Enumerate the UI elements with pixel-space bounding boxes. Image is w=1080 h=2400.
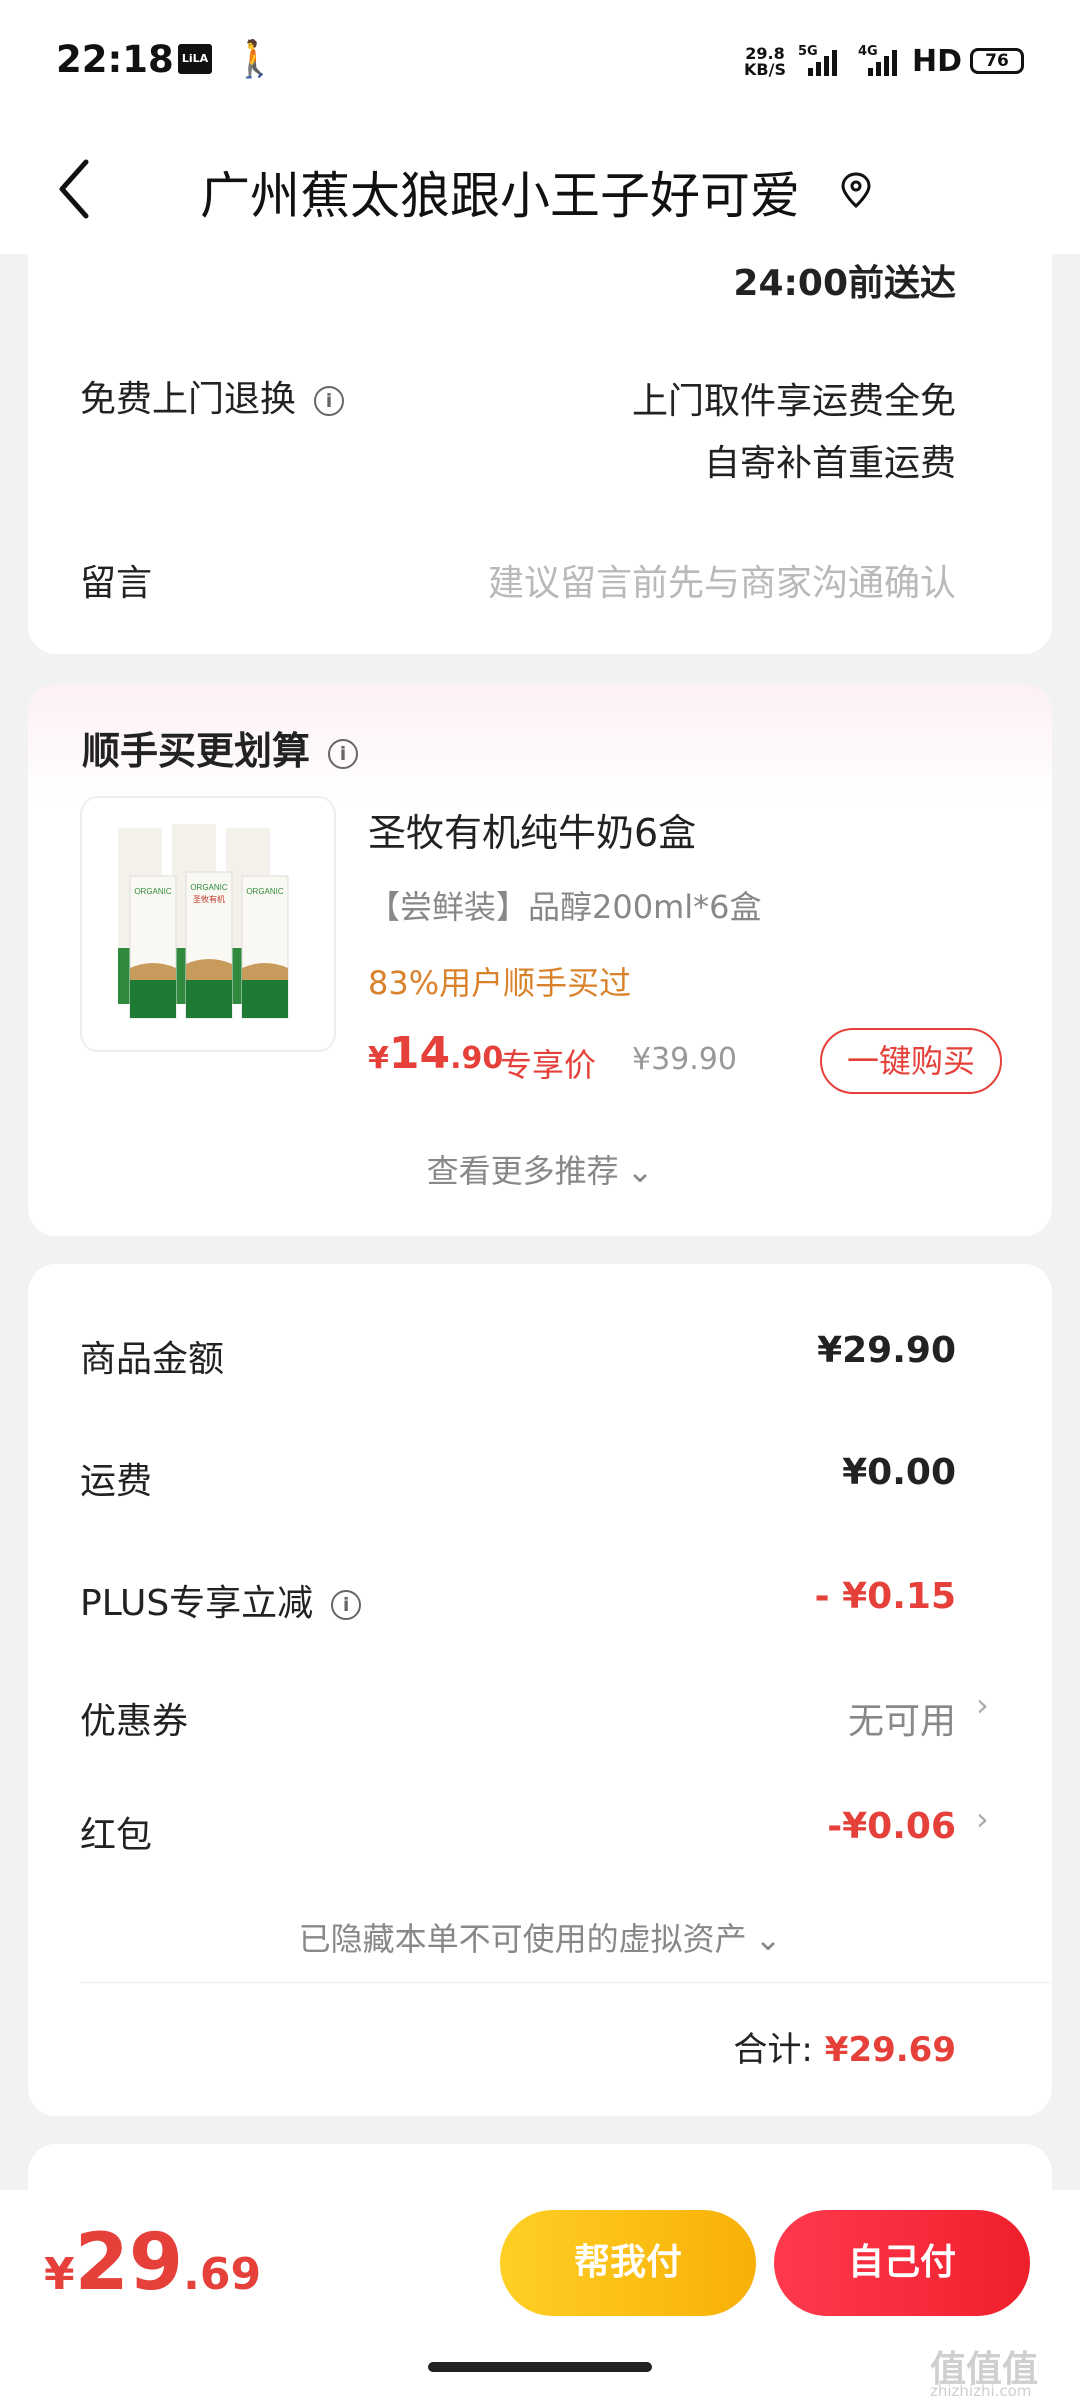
info-icon[interactable]: i xyxy=(328,738,359,769)
status-time: 22:18 xyxy=(56,38,174,81)
network-speed: 29.8 KB/S xyxy=(744,44,786,79)
price-summary-card: 商品金额 ¥29.90 运费 ¥0.00 PLUS专享立减 i - ¥0.15 优… xyxy=(28,1264,1052,2116)
svg-text:圣牧有机: 圣牧有机 xyxy=(193,894,225,904)
coupon-value[interactable]: 无可用 xyxy=(848,1692,956,1744)
hd-voice-icon: HD xyxy=(912,44,963,79)
info-icon[interactable]: i xyxy=(314,386,345,416)
help-me-pay-button[interactable]: 帮我付 xyxy=(500,2210,756,2316)
chevron-down-icon: ⌄ xyxy=(754,1920,782,1958)
nav-bar: 广州蕉太狼跟小王子好可爱 xyxy=(0,126,1080,254)
delivery-deadline: 24:00前送达 xyxy=(733,263,956,304)
recommend-card: 顺手买更划算 i ORGANIC ORGANIC ORGANIC 圣牧有机 圣牧有… xyxy=(28,684,1052,1236)
one-click-buy-button[interactable]: 一键购买 xyxy=(820,1028,1002,1094)
signal-icon-2 xyxy=(868,50,898,76)
plus-discount-value: - ¥0.15 xyxy=(814,1576,956,1617)
hidden-assets-toggle[interactable]: 已隐藏本单不可使用的虚拟资产 ⌄ xyxy=(28,1914,1052,1960)
message-label: 留言 xyxy=(80,563,153,604)
app-notification-icon: LiLA xyxy=(178,44,212,74)
status-bar: 22:18 LiLA 🚶 29.8 KB/S 5G 4G HD 76 xyxy=(0,0,1080,126)
watermark-url: zhizhizhi.com xyxy=(930,2382,1032,2400)
divider xyxy=(80,1982,1052,1983)
svg-text:ORGANIC: ORGANIC xyxy=(246,887,284,896)
walking-icon: 🚶 xyxy=(232,39,277,80)
plus-discount-label: PLUS专享立减 i xyxy=(80,1574,362,1626)
product-image[interactable]: ORGANIC ORGANIC ORGANIC 圣牧有机 xyxy=(80,796,336,1052)
coupon-label: 优惠券 xyxy=(80,1701,189,1742)
social-proof: 83%用户顺手买过 xyxy=(368,964,632,1002)
info-icon[interactable]: i xyxy=(331,1590,362,1620)
svg-text:ORGANIC: ORGANIC xyxy=(134,887,172,896)
message-input[interactable]: 建议留言前先与商家沟通确认 xyxy=(488,554,956,606)
goods-amount-value: ¥29.90 xyxy=(817,1330,956,1371)
back-arrow-icon[interactable] xyxy=(56,156,96,222)
total-value: ¥29.69 xyxy=(824,2030,956,2070)
svg-text:ORGANIC: ORGANIC xyxy=(190,883,228,892)
total-row: 合计: ¥29.69 xyxy=(733,2022,956,2071)
product-name[interactable]: 圣牧有机纯牛奶6盒 xyxy=(368,802,696,857)
more-recommend-link[interactable]: 查看更多推荐 ⌄ xyxy=(28,1146,1052,1192)
total-label: 合计: xyxy=(733,2030,813,2070)
signal-icon-1 xyxy=(808,50,838,76)
chevron-right-icon[interactable]: › xyxy=(976,1800,989,1838)
battery-icon: 76 xyxy=(970,48,1024,74)
chevron-right-icon[interactable]: › xyxy=(976,1686,989,1724)
free-return-line1: 上门取件享运费全免 xyxy=(631,381,956,422)
free-return-line2: 自寄补首重运费 xyxy=(703,443,956,484)
chevron-down-icon: ⌄ xyxy=(626,1152,654,1190)
delivery-card: 24:00前送达 免费上门退换 i 上门取件享运费全免 自寄补首重运费 留言 建议… xyxy=(28,254,1052,654)
shipping-value: ¥0.00 xyxy=(842,1452,956,1493)
product-price: ¥14.90 xyxy=(368,1028,504,1079)
original-price: ¥39.90 xyxy=(632,1042,737,1077)
pay-amount: ¥29.69 xyxy=(44,2218,262,2308)
shipping-label: 运费 xyxy=(80,1461,153,1502)
red-packet-label: 红包 xyxy=(80,1815,153,1856)
bottom-pay-bar: ¥29.69 帮我付 自己付 值值值 zhizhizhi.com xyxy=(0,2190,1080,2400)
pay-myself-button[interactable]: 自己付 xyxy=(774,2210,1030,2316)
recommend-title: 顺手买更划算 i xyxy=(82,720,359,775)
red-packet-value[interactable]: -¥0.06 xyxy=(827,1806,956,1847)
location-pin-icon[interactable] xyxy=(838,170,874,210)
exclusive-price-tag: 专享价 xyxy=(500,1046,597,1084)
free-return-label: 免费上门退换 i xyxy=(80,370,345,422)
home-indicator[interactable] xyxy=(428,2362,652,2372)
goods-amount-label: 商品金额 xyxy=(80,1339,225,1380)
address-title[interactable]: 广州蕉太狼跟小王子好可爱 xyxy=(200,156,800,228)
product-spec: 【尝鲜装】品醇200ml*6盒 xyxy=(368,888,762,926)
